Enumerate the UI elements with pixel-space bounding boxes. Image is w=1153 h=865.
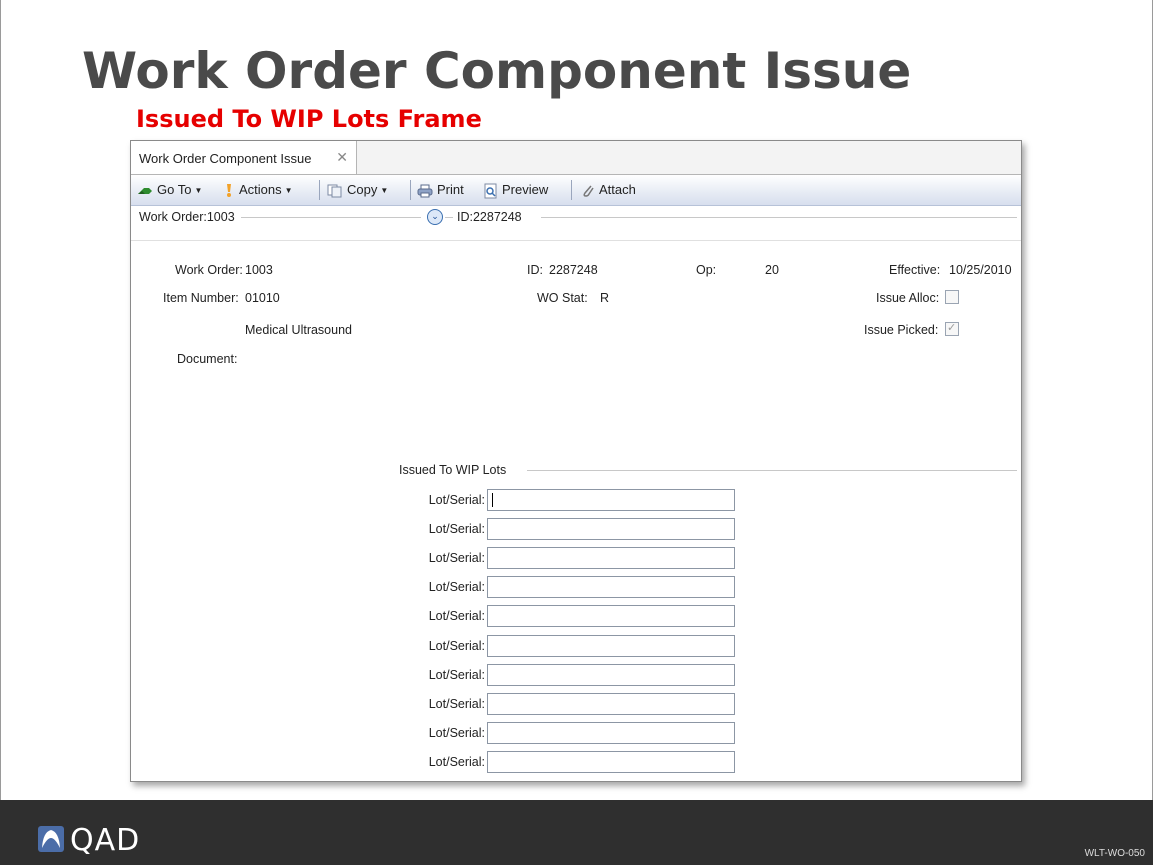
attach-icon (583, 185, 594, 197)
lot-serial-input[interactable] (487, 692, 735, 715)
document-label: Document: (177, 352, 238, 366)
slide-footer (0, 800, 1153, 865)
id-value: 2287248 (549, 263, 598, 277)
lot-serial-input[interactable] (487, 489, 735, 511)
goto-button[interactable]: Go To ▼ (137, 182, 202, 197)
lot-serial-input[interactable] (487, 663, 735, 686)
actions-button[interactable]: Actions ▼ (223, 182, 293, 199)
print-button[interactable]: Print (417, 182, 464, 198)
issue-alloc-label: Issue Alloc: (876, 291, 940, 305)
tab-strip: Work Order Component Issue ✕ (131, 141, 1021, 175)
item-number-value: 01010 (245, 291, 280, 305)
wip-frame-title: Issued To WIP Lots (399, 463, 507, 477)
header-id: ID:2287248 (457, 210, 522, 224)
wo-stat-label: WO Stat: (537, 291, 588, 305)
item-number-label: Item Number: (163, 291, 239, 305)
preview-icon (484, 183, 497, 199)
lot-serial-label: Lot/Serial: (428, 638, 485, 653)
header-work-order: Work Order:1003 (139, 210, 235, 224)
effective-label: Effective: (889, 263, 941, 277)
wip-frame-rule (527, 470, 1017, 471)
id-label: ID: (527, 263, 543, 277)
attach-button[interactable]: Attach (581, 182, 636, 199)
actions-icon (227, 183, 231, 197)
lot-serial-input[interactable] (487, 547, 735, 570)
op-label: Op: (696, 263, 717, 277)
header-divider (131, 240, 1021, 241)
lot-serial-label: Lot/Serial: (428, 609, 485, 624)
lot-serial-label: Lot/Serial: (428, 580, 485, 595)
tab-label: Work Order Component Issue (139, 151, 312, 166)
lot-serial-input[interactable] (487, 576, 735, 599)
lot-serial-label: Lot/Serial: (428, 754, 485, 769)
preview-button[interactable]: Preview (484, 182, 548, 199)
toolbar-separator (571, 180, 572, 200)
lot-serial-label: Lot/Serial: (428, 696, 485, 711)
effective-value: 10/25/2010 (949, 263, 1012, 277)
lot-serial-input[interactable] (487, 750, 735, 773)
close-icon[interactable]: ✕ (336, 149, 348, 166)
print-icon (417, 184, 433, 198)
lot-serial-label: Lot/Serial: (428, 551, 485, 566)
header-summary: Work Order:1003 ⌄ ID:2287248 (131, 206, 1021, 230)
text-cursor (492, 493, 493, 507)
lot-serial-input[interactable] (487, 634, 735, 657)
slide-subtitle: Issued To WIP Lots Frame (136, 105, 482, 133)
lot-serial-input[interactable] (487, 721, 735, 744)
work-order-value: 1003 (245, 263, 273, 277)
qad-logo-icon (38, 826, 64, 852)
issue-picked-checkbox[interactable] (945, 321, 959, 336)
lot-serial-input[interactable] (487, 518, 735, 541)
expand-down-icon[interactable]: ⌄ (427, 209, 443, 225)
tab-work-order-component-issue[interactable]: Work Order Component Issue ✕ (131, 141, 357, 174)
lot-serial-label: Lot/Serial: (428, 725, 485, 740)
wo-stat-value: R (600, 291, 610, 305)
op-value: 20 (765, 263, 779, 277)
qad-logo-text: QAD (70, 823, 141, 858)
work-order-label: Work Order: (175, 263, 243, 277)
toolbar-separator (410, 180, 411, 200)
issue-picked-label: Issue Picked: (864, 323, 939, 337)
header-rule-left (241, 217, 421, 218)
lot-serial-input[interactable] (487, 605, 735, 628)
slide-code: WLT-WO-050 (1084, 848, 1145, 859)
lot-serial-label: Lot/Serial: (428, 493, 485, 507)
issue-alloc-checkbox[interactable] (945, 290, 959, 304)
copy-icon (327, 184, 342, 198)
slide-title: Work Order Component Issue (82, 42, 912, 100)
toolbar: Go To ▼ Actions ▼ Copy ▼ Print Preview Atta… (131, 175, 1021, 206)
work-order-window: Work Order Component Issue ✕ Go To ▼ Acti… (130, 140, 1022, 782)
goto-icon (138, 187, 152, 194)
lot-serial-label: Lot/Serial: (428, 522, 485, 537)
toolbar-separator (319, 180, 320, 200)
header-rule-mid (445, 217, 453, 218)
item-description: Medical Ultrasound (245, 323, 352, 337)
copy-button[interactable]: Copy ▼ (327, 182, 388, 198)
header-rule-right (541, 217, 1017, 218)
lot-serial-label: Lot/Serial: (428, 667, 485, 682)
